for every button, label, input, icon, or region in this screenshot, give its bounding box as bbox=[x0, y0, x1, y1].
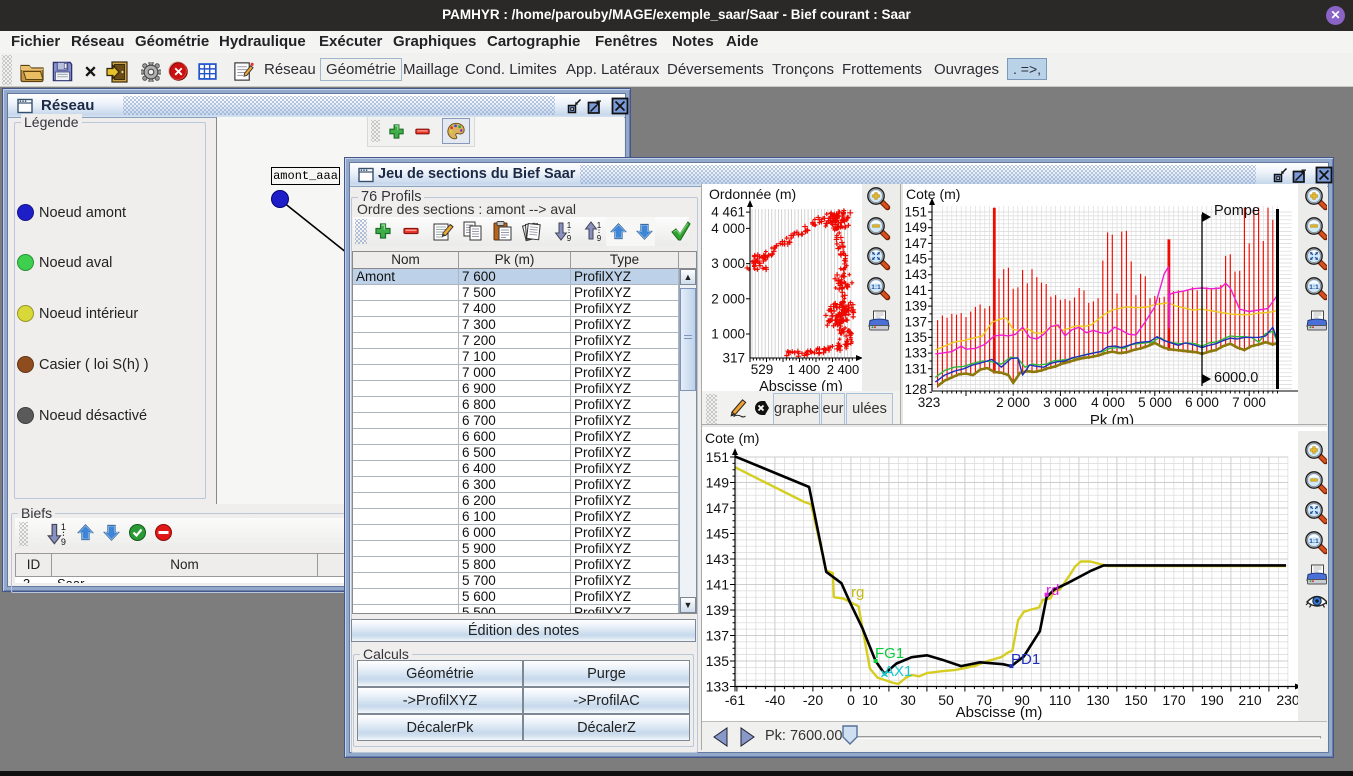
svg-text:30: 30 bbox=[900, 692, 916, 708]
svg-text:131: 131 bbox=[904, 361, 927, 376]
svg-text:9: 9 bbox=[597, 234, 602, 242]
svg-text:1:1: 1:1 bbox=[871, 284, 881, 291]
svg-text:PD1: PD1 bbox=[1011, 651, 1040, 668]
svg-text:4 461: 4 461 bbox=[711, 205, 745, 220]
svg-text:230: 230 bbox=[1276, 692, 1300, 708]
svg-text:6000.0: 6000.0 bbox=[1214, 370, 1258, 386]
svg-text:Abscisse (m): Abscisse (m) bbox=[956, 704, 1043, 721]
svg-text:139: 139 bbox=[904, 299, 927, 314]
svg-text:133: 133 bbox=[904, 346, 927, 361]
svg-text:145: 145 bbox=[904, 252, 927, 267]
svg-text:Ordonnée (m): Ordonnée (m) bbox=[709, 186, 796, 202]
svg-text:4 000: 4 000 bbox=[711, 221, 745, 236]
svg-text:1: 1 bbox=[567, 221, 572, 230]
svg-text:147: 147 bbox=[904, 236, 927, 251]
svg-text:1:1: 1:1 bbox=[1309, 538, 1319, 545]
svg-text:1: 1 bbox=[61, 522, 66, 532]
svg-text:1: 1 bbox=[597, 221, 602, 230]
svg-text:170: 170 bbox=[1162, 692, 1186, 708]
svg-text:210: 210 bbox=[1238, 692, 1262, 708]
svg-text:5 000: 5 000 bbox=[1138, 395, 1172, 410]
svg-text:135: 135 bbox=[904, 330, 927, 345]
svg-text:145: 145 bbox=[706, 526, 730, 542]
svg-text:143: 143 bbox=[904, 267, 927, 282]
svg-text:9: 9 bbox=[567, 234, 572, 242]
svg-text:151: 151 bbox=[904, 205, 927, 220]
svg-text:147: 147 bbox=[706, 500, 730, 516]
svg-text:10: 10 bbox=[862, 692, 878, 708]
svg-text:2 000: 2 000 bbox=[996, 395, 1030, 410]
svg-text:2 400: 2 400 bbox=[827, 362, 860, 377]
svg-text:141: 141 bbox=[904, 283, 927, 298]
svg-text:1:1: 1:1 bbox=[1309, 284, 1319, 291]
svg-text:AX1: AX1 bbox=[884, 663, 912, 680]
svg-text:1 400: 1 400 bbox=[788, 362, 821, 377]
svg-text:9: 9 bbox=[61, 537, 66, 546]
svg-text:529: 529 bbox=[751, 362, 774, 377]
svg-text:190: 190 bbox=[1200, 692, 1224, 708]
svg-text:0: 0 bbox=[847, 692, 855, 708]
svg-text:130: 130 bbox=[1086, 692, 1110, 708]
svg-text:-40: -40 bbox=[765, 692, 785, 708]
svg-text:139: 139 bbox=[706, 602, 730, 618]
svg-text:Cote (m): Cote (m) bbox=[705, 431, 759, 446]
svg-text:rd: rd bbox=[1046, 582, 1059, 599]
svg-text:7 000: 7 000 bbox=[1232, 395, 1266, 410]
svg-text:-20: -20 bbox=[803, 692, 823, 708]
svg-text:149: 149 bbox=[706, 475, 730, 491]
svg-text:1 000: 1 000 bbox=[711, 327, 745, 342]
svg-text:2 000: 2 000 bbox=[711, 291, 745, 306]
svg-text:317: 317 bbox=[722, 351, 745, 366]
svg-text:110: 110 bbox=[1049, 692, 1072, 708]
svg-text:50: 50 bbox=[938, 692, 954, 708]
svg-text:Cote (m): Cote (m) bbox=[906, 186, 960, 202]
svg-text:143: 143 bbox=[706, 551, 730, 567]
svg-text:3 000: 3 000 bbox=[1043, 395, 1077, 410]
svg-text:3 000: 3 000 bbox=[711, 256, 745, 271]
svg-text:137: 137 bbox=[706, 628, 730, 644]
svg-text:150: 150 bbox=[1124, 692, 1148, 708]
svg-text:141: 141 bbox=[706, 577, 730, 593]
svg-text:6 000: 6 000 bbox=[1185, 395, 1219, 410]
svg-text:rg: rg bbox=[851, 584, 864, 601]
svg-text:137: 137 bbox=[904, 314, 927, 329]
svg-text:135: 135 bbox=[706, 653, 730, 669]
svg-text:-61: -61 bbox=[725, 692, 745, 708]
svg-text:4 000: 4 000 bbox=[1091, 395, 1125, 410]
svg-text:Pompe: Pompe bbox=[1214, 203, 1260, 219]
svg-text:149: 149 bbox=[904, 220, 927, 235]
svg-text:FG1: FG1 bbox=[875, 645, 904, 662]
svg-text:323: 323 bbox=[918, 395, 941, 410]
svg-text:151: 151 bbox=[706, 449, 730, 465]
